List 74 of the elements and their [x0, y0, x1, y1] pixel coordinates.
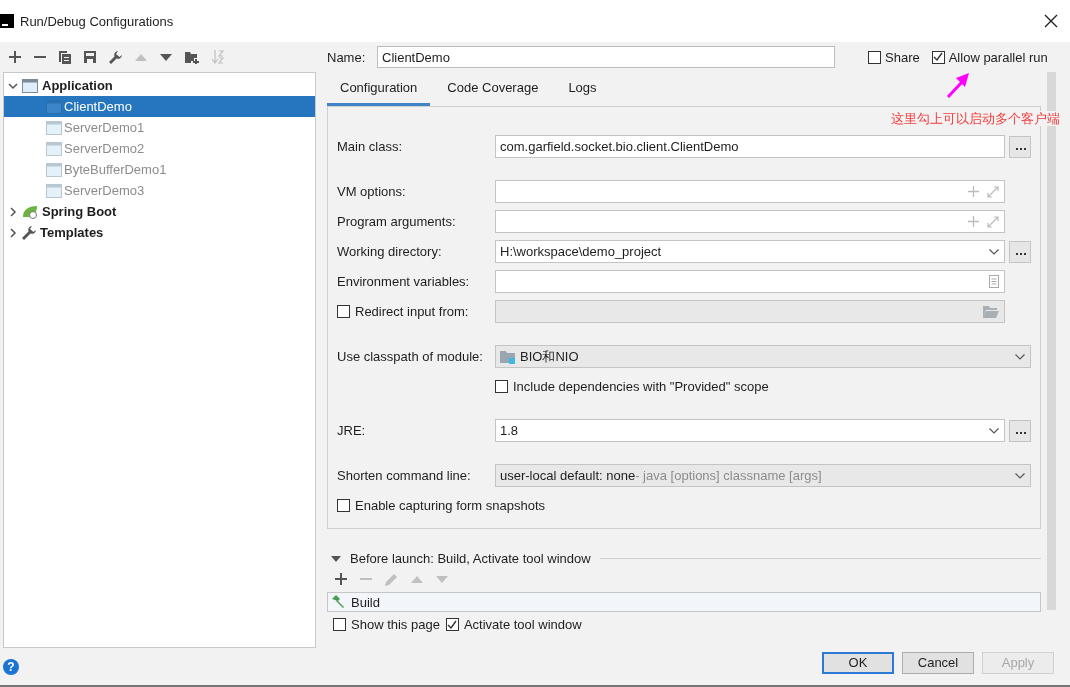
input-field[interactable] — [495, 270, 1005, 293]
annotation-arrow — [946, 72, 970, 98]
browse-button[interactable] — [1009, 240, 1031, 263]
window-icon — [46, 183, 62, 198]
name-field[interactable]: ClientDemo — [377, 46, 835, 68]
option-checkbox[interactable]: Show this page — [333, 617, 440, 632]
tree-group-label: Spring Boot — [42, 204, 117, 219]
tab[interactable]: Configuration — [327, 72, 431, 106]
dropdown-caret-icon[interactable] — [989, 248, 999, 255]
window-icon — [46, 99, 62, 114]
checkmark-icon — [447, 619, 458, 630]
close-icon[interactable] — [1044, 14, 1058, 28]
redirect-checkbox[interactable]: Redirect input from: — [337, 304, 495, 319]
input-field[interactable]: 1.8 — [495, 419, 1005, 442]
field-label: JRE: — [337, 423, 367, 438]
dropdown-caret-icon[interactable] — [1015, 353, 1025, 360]
dialog-button[interactable]: Cancel — [902, 651, 974, 674]
input-field[interactable]: com.garfield.socket.bio.client.ClientDemo — [495, 135, 1005, 158]
collapse-triangle-icon[interactable] — [331, 555, 341, 562]
input-field[interactable]: BIO和NIO — [495, 345, 1031, 368]
hammer-icon — [331, 595, 345, 609]
add-icon[interactable] — [335, 573, 347, 585]
name-label: Name: — [327, 49, 367, 65]
tab[interactable]: Logs — [555, 72, 610, 106]
input-field[interactable] — [495, 300, 1005, 323]
tree-group-item[interactable]: Application — [4, 75, 315, 96]
tree-item[interactable]: ClientDemo — [4, 96, 315, 117]
window-icon — [46, 141, 62, 156]
field-label: Shorten command line: — [337, 468, 472, 483]
chevron-icon[interactable] — [8, 227, 18, 238]
save-icon[interactable] — [84, 51, 96, 63]
section-title: Before launch: Build, Activate tool window — [350, 551, 591, 566]
window-title: Run/Debug Configurations — [20, 13, 174, 29]
browse-button[interactable] — [1009, 135, 1031, 158]
task-item[interactable]: Build — [328, 593, 1040, 611]
annotation-text: 这里勾上可以启动多个客户端 — [891, 111, 1060, 126]
option-checkbox[interactable]: Allow parallel run — [931, 49, 1048, 65]
browse-button[interactable] — [1009, 419, 1031, 442]
new-folder-icon[interactable] — [185, 50, 199, 64]
tree-item[interactable]: ByteBufferDemo1 — [4, 159, 315, 180]
dropdown-caret-icon[interactable] — [989, 427, 999, 434]
input-field[interactable]: user-local default: none- java [options] classname [args] — [495, 464, 1031, 487]
window-icon — [46, 162, 62, 177]
tree-group-label: Application — [42, 78, 113, 93]
chevron-icon[interactable] — [8, 206, 18, 217]
tree-group-label: Templates — [40, 225, 104, 240]
wrench-icon — [22, 225, 36, 240]
move-down-icon[interactable] — [160, 53, 172, 61]
tab[interactable]: Code Coverage — [434, 72, 552, 106]
field-label: Program arguments: — [337, 214, 457, 229]
field-label: Use classpath of module: — [337, 349, 484, 364]
input-field[interactable]: H:\workspace\demo_project — [495, 240, 1005, 263]
add-icon[interactable] — [9, 51, 21, 63]
checkmark-icon — [933, 52, 944, 62]
tree-group-item[interactable]: Templates — [4, 222, 315, 243]
leaf-icon — [22, 204, 38, 219]
window-icon — [22, 78, 38, 93]
field-label: VM options: — [337, 184, 407, 199]
option-checkbox[interactable]: Enable capturing form snapshots — [337, 497, 546, 513]
tree-group-item[interactable]: Spring Boot — [4, 201, 315, 222]
wrench-icon[interactable] — [109, 50, 122, 64]
dropdown-caret-icon[interactable] — [1015, 472, 1025, 479]
field-label: Main class: — [337, 139, 404, 154]
field-label: Working directory: — [337, 244, 443, 259]
option-checkbox[interactable]: Activate tool window — [445, 617, 582, 632]
copy-icon[interactable] — [59, 50, 71, 64]
ok-button[interactable]: OK — [822, 651, 894, 674]
window-icon — [46, 120, 62, 135]
option-checkbox[interactable]: Include dependencies with "Provided" scope — [495, 378, 769, 394]
help-button[interactable]: ? — [3, 658, 19, 675]
module-folder-icon — [500, 349, 516, 364]
field-label: Environment variables: — [337, 274, 471, 289]
chevron-icon[interactable] — [8, 80, 18, 91]
option-checkbox[interactable]: Share — [868, 49, 920, 65]
